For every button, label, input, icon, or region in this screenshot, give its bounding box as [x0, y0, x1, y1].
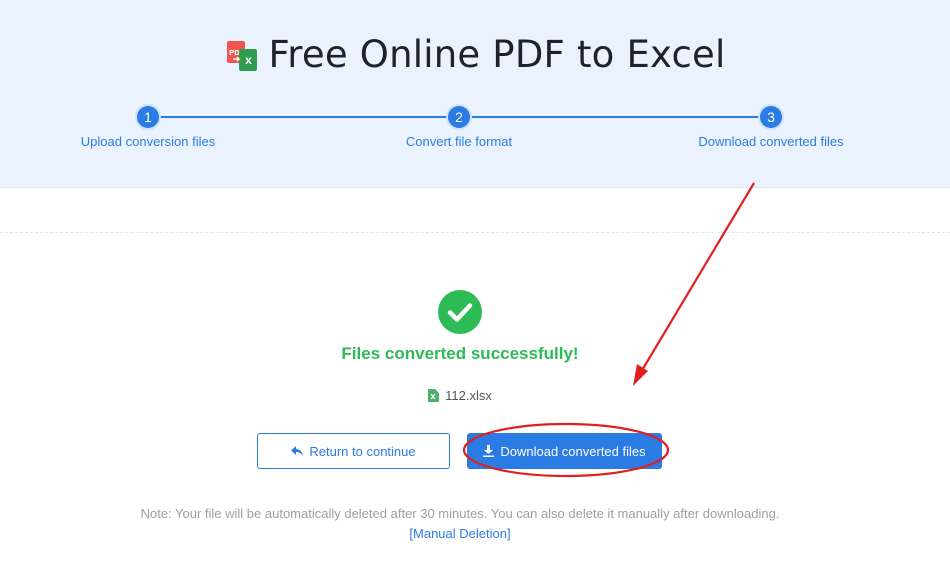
file-name: 112.xlsx [445, 388, 492, 403]
svg-text:X: X [245, 57, 252, 67]
step-3-label: Download converted files [698, 134, 844, 149]
page-title: Free Online PDF to Excel [268, 32, 726, 76]
title-row: PDF X Free Online PDF to Excel [0, 28, 950, 80]
return-button-label: Return to continue [309, 443, 416, 459]
check-circle-icon [438, 290, 482, 334]
deletion-note: Note: Your file will be automatically de… [140, 506, 780, 521]
download-icon [483, 445, 495, 457]
step-3-indicator: 3 [760, 106, 782, 128]
hero-header: PDF X Free Online PDF to Excel 1 2 3 Upl… [0, 0, 950, 188]
download-converted-files-button[interactable]: Download converted files [467, 433, 662, 469]
step-2-indicator: 2 [448, 106, 470, 128]
return-to-continue-button[interactable]: Return to continue [257, 433, 450, 469]
step-1-label: Upload conversion files [80, 134, 216, 149]
excel-file-icon [428, 389, 440, 402]
section-divider [0, 232, 950, 233]
annotation-arrow-head [633, 364, 648, 386]
reply-arrow-icon [291, 446, 304, 456]
pdf-to-excel-icon: PDF X [226, 41, 257, 71]
step-1-indicator: 1 [137, 106, 159, 128]
success-message: Files converted successfully! [341, 344, 579, 363]
converted-file-item: 112.xlsx [0, 388, 920, 403]
manual-deletion-link[interactable]: [Manual Deletion] [0, 526, 920, 541]
download-button-label: Download converted files [500, 443, 646, 459]
step-2-label: Convert file format [405, 134, 513, 149]
